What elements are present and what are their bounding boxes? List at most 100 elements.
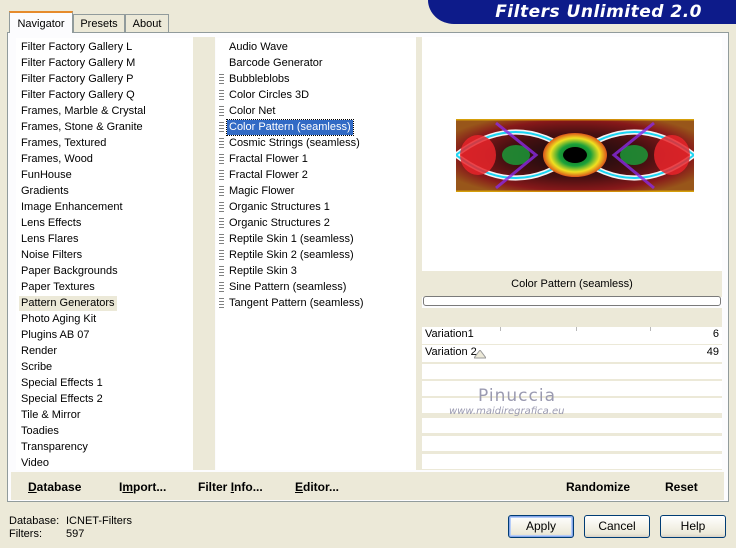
database-value: ICNET-Filters xyxy=(66,515,132,527)
randomize-button[interactable]: Randomize xyxy=(566,480,630,494)
filter-item[interactable]: Cosmic Strings (seamless) xyxy=(219,136,362,151)
category-item[interactable]: Lens Effects xyxy=(19,216,83,231)
slider-variation2[interactable]: Variation 2 49 xyxy=(422,345,722,362)
pattern-preview-image xyxy=(456,119,694,192)
slider-variation2-value: 49 xyxy=(706,346,719,358)
preview-area xyxy=(422,37,722,271)
filter-item[interactable]: Audio Wave xyxy=(227,40,290,55)
filter-grip-icon xyxy=(219,122,224,133)
database-button[interactable]: Database xyxy=(28,480,81,494)
filter-item[interactable]: Fractal Flower 2 xyxy=(219,168,310,183)
category-item[interactable]: Image Enhancement xyxy=(19,200,125,215)
filter-item-label: Color Circles 3D xyxy=(229,89,310,101)
slider-variation1[interactable]: Variation1 6 xyxy=(422,327,722,344)
category-item[interactable]: Filter Factory Gallery Q xyxy=(19,88,137,103)
filter-item[interactable]: Reptile Skin 1 (seamless) xyxy=(219,232,356,247)
filter-item[interactable]: Barcode Generator xyxy=(227,56,325,71)
slider-variation2-label: Variation 2 xyxy=(425,346,477,358)
category-item[interactable]: Paper Textures xyxy=(19,280,97,295)
selected-filter-name: Color Pattern (seamless) xyxy=(422,271,722,297)
category-item[interactable]: Paper Backgrounds xyxy=(19,264,120,279)
filter-list[interactable]: Audio Wave Barcode Generator Bubbleblobs Co… xyxy=(216,38,416,470)
progress-bar xyxy=(423,296,721,306)
category-item[interactable]: Frames, Marble & Crystal xyxy=(19,104,148,119)
category-item[interactable]: Special Effects 2 xyxy=(19,392,105,407)
category-item[interactable]: Render xyxy=(19,344,59,359)
category-item[interactable]: Filter Factory Gallery M xyxy=(19,56,137,71)
category-item[interactable]: Photo Aging Kit xyxy=(19,312,98,327)
filter-item-label: Reptile Skin 1 (seamless) xyxy=(229,233,354,245)
filter-item-label: Tangent Pattern (seamless) xyxy=(229,297,364,309)
filter-grip-icon xyxy=(219,74,224,85)
filters-count-value: 597 xyxy=(66,528,85,540)
filter-item[interactable]: Organic Structures 1 xyxy=(219,200,332,215)
apply-button[interactable]: Apply xyxy=(508,515,574,538)
category-item[interactable]: Frames, Textured xyxy=(19,136,108,151)
category-item[interactable]: Tile & Mirror xyxy=(19,408,82,423)
filter-item-label: Fractal Flower 2 xyxy=(229,169,308,181)
filter-item[interactable]: Magic Flower xyxy=(219,184,296,199)
filter-item-label: Bubbleblobs xyxy=(229,73,290,85)
empty-parameter-row xyxy=(422,418,722,433)
filter-info-button[interactable]: Filter Info... xyxy=(198,480,263,494)
tab-about[interactable]: About xyxy=(125,14,169,32)
category-item[interactable]: Transparency xyxy=(19,440,90,455)
filter-item-label: Reptile Skin 2 (seamless) xyxy=(229,249,354,261)
watermark-url: www.maidiregrafica.eu xyxy=(449,406,565,417)
import-button[interactable]: Import... xyxy=(119,480,166,494)
filter-item[interactable]: Color Pattern (seamless) xyxy=(219,119,354,136)
category-item[interactable]: Noise Filters xyxy=(19,248,84,263)
filter-item[interactable]: Reptile Skin 3 xyxy=(219,264,299,279)
filter-grip-icon xyxy=(219,250,224,261)
category-item[interactable]: Lens Flares xyxy=(19,232,80,247)
filter-grip-icon xyxy=(219,154,224,165)
category-item[interactable]: Filter Factory Gallery L xyxy=(19,40,134,55)
category-item[interactable]: Frames, Wood xyxy=(19,152,95,167)
editor-button[interactable]: Editor... xyxy=(295,480,339,494)
cancel-button[interactable]: Cancel xyxy=(584,515,650,538)
tab-presets[interactable]: Presets xyxy=(73,14,125,32)
filter-grip-icon xyxy=(219,234,224,245)
filter-item-label: Sine Pattern (seamless) xyxy=(229,281,347,293)
empty-parameter-row xyxy=(422,381,722,396)
category-item[interactable]: Plugins AB 07 xyxy=(19,328,92,343)
filter-grip-icon xyxy=(219,202,224,213)
filter-item-label: Color Pattern (seamless) xyxy=(229,121,351,133)
filter-grip-icon xyxy=(219,266,224,277)
reset-button[interactable]: Reset xyxy=(665,480,698,494)
filter-item[interactable]: Fractal Flower 1 xyxy=(219,152,310,167)
category-item[interactable]: Frames, Stone & Granite xyxy=(19,120,145,135)
filter-grip-icon xyxy=(219,90,224,101)
category-item[interactable]: Toadies xyxy=(19,424,61,439)
filter-item[interactable]: Bubbleblobs xyxy=(219,72,292,87)
category-item[interactable]: Gradients xyxy=(19,184,71,199)
category-item[interactable]: Video xyxy=(19,456,51,471)
help-button[interactable]: Help xyxy=(660,515,726,538)
empty-parameter-row xyxy=(422,454,722,469)
filter-item[interactable]: Color Net xyxy=(219,104,277,119)
filter-item-label: Reptile Skin 3 xyxy=(229,265,297,277)
filter-grip-icon xyxy=(219,106,224,117)
category-list[interactable]: Filter Factory Gallery L Filter Factory G… xyxy=(16,38,193,470)
filter-item-label: Barcode Generator xyxy=(229,57,323,69)
filter-item[interactable]: Reptile Skin 2 (seamless) xyxy=(219,248,356,263)
category-item[interactable]: Special Effects 1 xyxy=(19,376,105,391)
filter-item-label: Organic Structures 1 xyxy=(229,201,330,213)
category-item[interactable]: Pattern Generators xyxy=(19,296,117,311)
filter-item-label: Organic Structures 2 xyxy=(229,217,330,229)
panel-divider xyxy=(209,37,215,470)
filters-count-label: Filters: xyxy=(9,528,42,540)
slider-variation1-label: Variation1 xyxy=(425,328,474,340)
tab-navigator[interactable]: Navigator xyxy=(9,11,73,33)
filter-grip-icon xyxy=(219,138,224,149)
category-item[interactable]: Filter Factory Gallery P xyxy=(19,72,135,87)
filter-grip-icon xyxy=(219,282,224,293)
filter-grip-icon xyxy=(219,186,224,197)
category-item[interactable]: FunHouse xyxy=(19,168,74,183)
filter-item[interactable]: Sine Pattern (seamless) xyxy=(219,280,348,295)
empty-parameter-row xyxy=(422,364,722,379)
filter-item[interactable]: Organic Structures 2 xyxy=(219,216,332,231)
filter-item[interactable]: Color Circles 3D xyxy=(219,88,311,103)
filter-item[interactable]: Tangent Pattern (seamless) xyxy=(219,296,366,311)
category-item[interactable]: Scribe xyxy=(19,360,54,375)
